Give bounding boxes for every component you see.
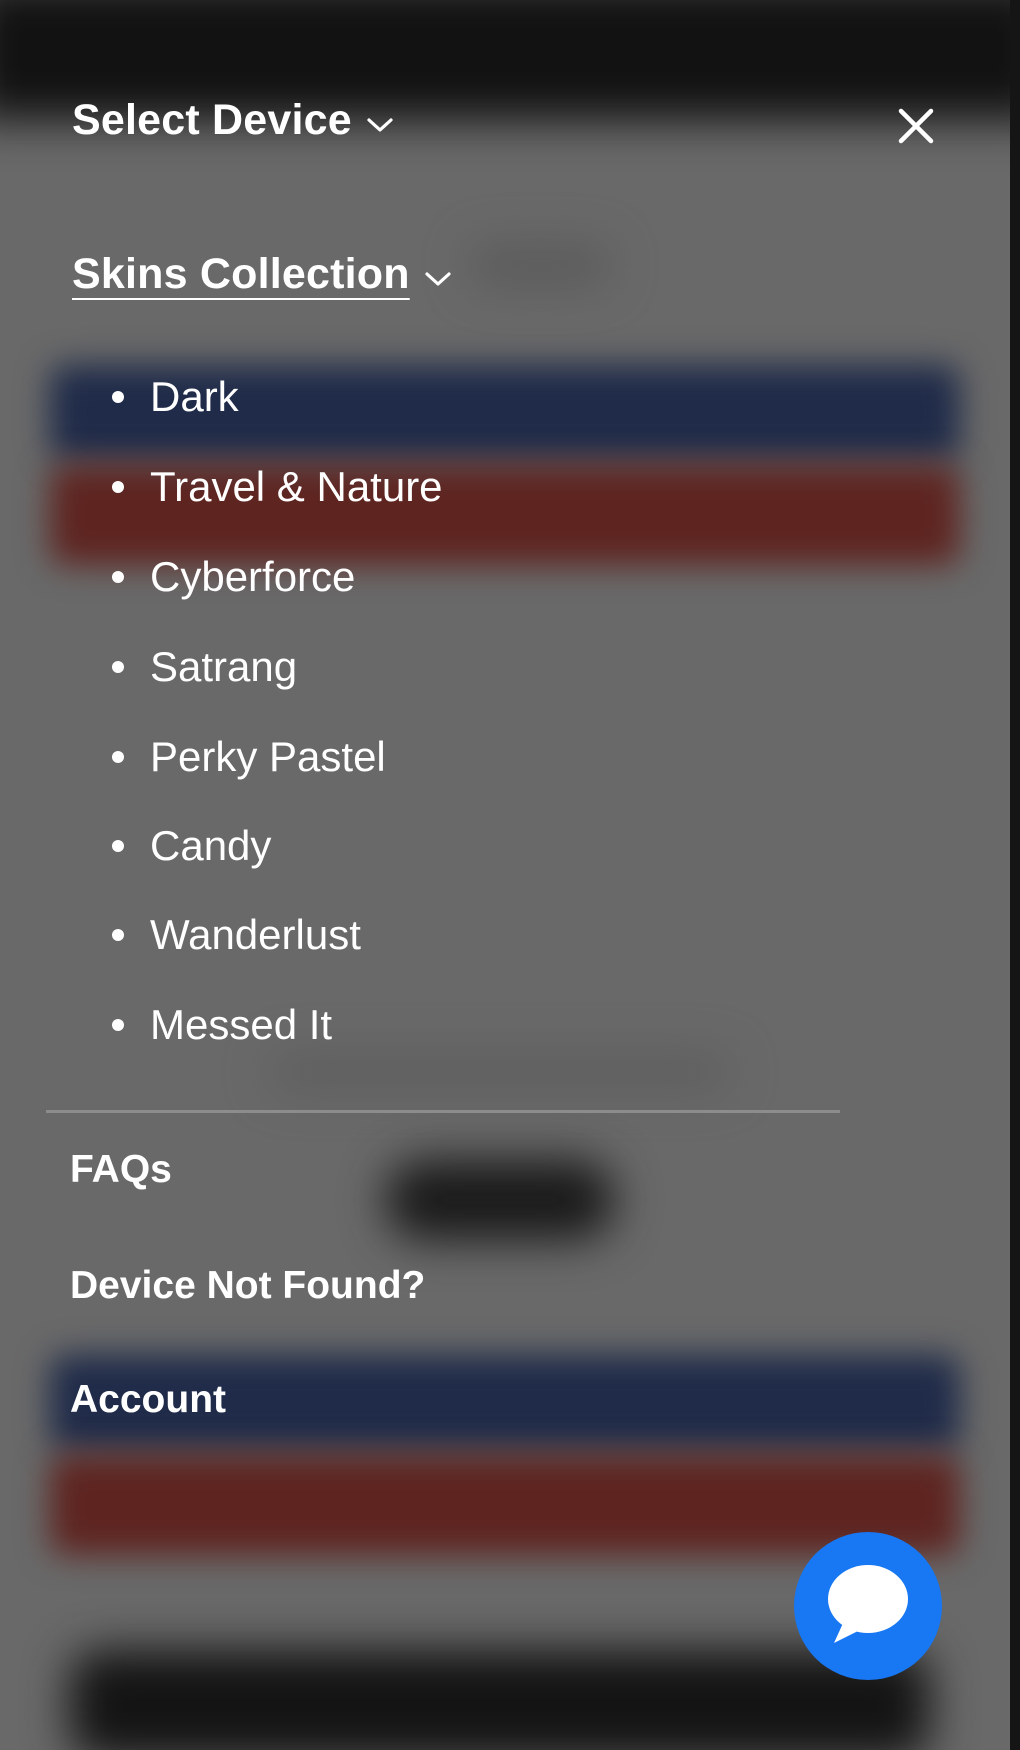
chat-button[interactable] — [794, 1532, 942, 1680]
bullet-icon — [112, 481, 124, 493]
navigation-menu: Select Device Skins Collection Dark Trav… — [0, 0, 1010, 1750]
skin-item-wanderlust[interactable]: Wanderlust — [112, 911, 361, 959]
device-not-found-link[interactable]: Device Not Found? — [70, 1264, 425, 1308]
bullet-icon — [112, 391, 124, 403]
chevron-down-icon — [424, 250, 452, 299]
skin-item-label: Perky Pastel — [150, 733, 386, 780]
bullet-icon — [112, 1019, 124, 1031]
skins-collection-toggle[interactable]: Skins Collection — [72, 250, 452, 299]
close-icon[interactable] — [893, 103, 939, 149]
chat-bubble-icon — [822, 1561, 914, 1652]
skin-item-label: Cyberforce — [150, 553, 356, 600]
bullet-icon — [112, 751, 124, 763]
skin-item-messed-it[interactable]: Messed It — [112, 1001, 332, 1049]
skin-item-label: Travel & Nature — [150, 463, 443, 510]
faqs-link[interactable]: FAQs — [70, 1148, 172, 1192]
skins-collection-label: Skins Collection — [72, 250, 410, 298]
skin-item-label: Dark — [150, 373, 239, 420]
screen-edge — [1010, 0, 1020, 1750]
page-backdrop: Select Device Skins Collection Dark Trav… — [0, 0, 1010, 1750]
chevron-down-icon — [366, 96, 394, 145]
bullet-icon — [112, 571, 124, 583]
skin-item-cyberforce[interactable]: Cyberforce — [112, 553, 355, 601]
skin-item-perky-pastel[interactable]: Perky Pastel — [112, 733, 386, 781]
bullet-icon — [112, 929, 124, 941]
skin-item-dark[interactable]: Dark — [112, 373, 239, 421]
select-device-label: Select Device — [72, 96, 352, 144]
account-link[interactable]: Account — [70, 1378, 226, 1422]
bullet-icon — [112, 661, 124, 673]
skin-item-satrang[interactable]: Satrang — [112, 643, 297, 691]
bullet-icon — [112, 840, 124, 852]
skin-item-candy[interactable]: Candy — [112, 822, 271, 870]
skin-item-label: Wanderlust — [150, 911, 361, 958]
skin-item-label: Candy — [150, 822, 272, 869]
skin-item-label: Satrang — [150, 643, 298, 690]
menu-divider — [46, 1110, 840, 1113]
skin-item-label: Messed It — [150, 1001, 333, 1048]
select-device-toggle[interactable]: Select Device — [72, 96, 394, 145]
skin-item-travel-nature[interactable]: Travel & Nature — [112, 463, 443, 511]
